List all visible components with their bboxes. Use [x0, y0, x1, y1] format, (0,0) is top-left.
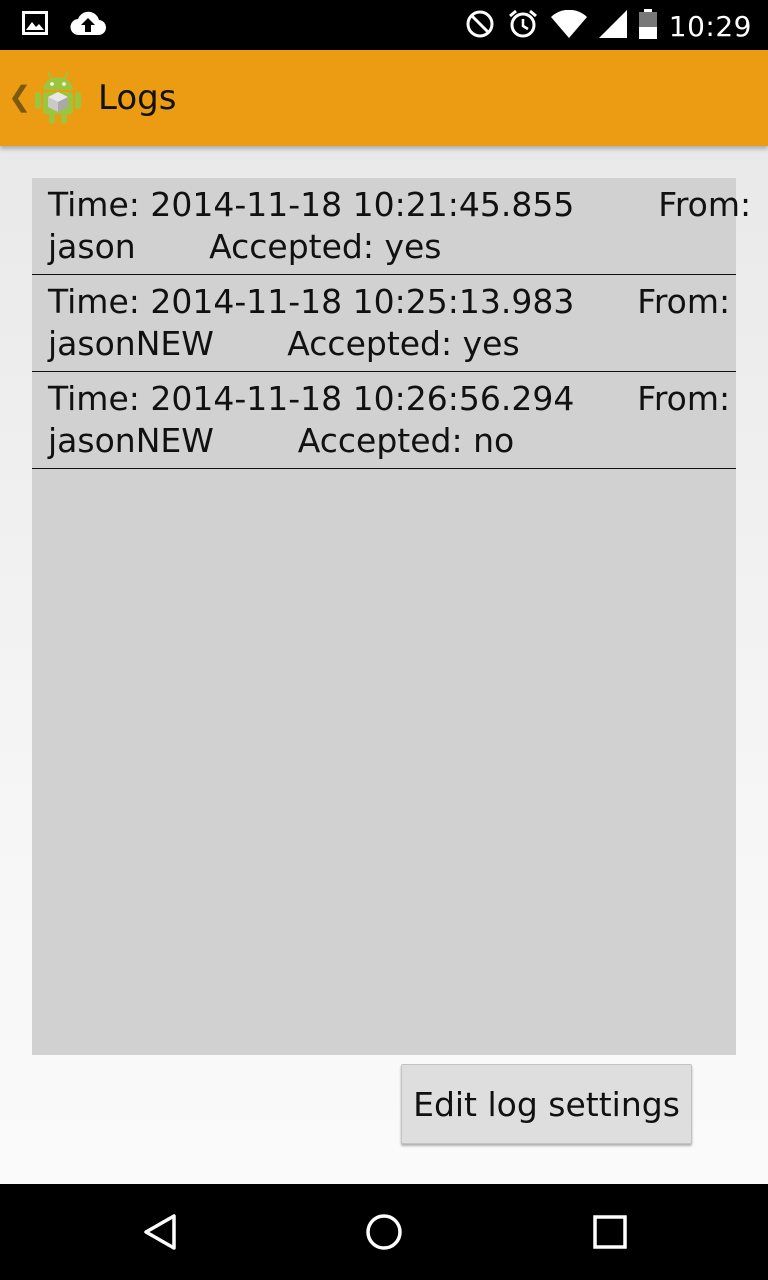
list-item[interactable]: Time: 2014-11-18 10:21:45.855 From: jaso…	[32, 178, 752, 275]
content-area: Time: 2014-11-18 10:21:45.855 From: jaso…	[0, 146, 768, 1184]
wifi-icon	[550, 9, 587, 42]
app-bar: ❮ Logs	[0, 50, 768, 146]
list-item[interactable]: Time: 2014-11-18 10:26:56.294 From: jaso…	[32, 372, 736, 469]
image-icon	[22, 11, 48, 39]
cell-signal-icon	[598, 10, 627, 42]
alarm-icon	[507, 8, 539, 44]
android-app-icon[interactable]	[32, 70, 84, 130]
back-icon[interactable]	[140, 1212, 180, 1256]
status-bar: 10:29	[0, 0, 768, 50]
edit-log-settings-button[interactable]: Edit log settings	[401, 1064, 692, 1144]
home-icon[interactable]	[364, 1212, 404, 1256]
back-chevron-icon[interactable]: ❮	[8, 80, 31, 113]
log-entry-line2: jason Accepted: yes	[48, 227, 442, 266]
cloud-upload-icon	[70, 10, 107, 40]
log-entry-line1: Time: 2014-11-18 10:25:13.983 From:	[48, 282, 731, 321]
page-title: Logs	[98, 78, 177, 118]
log-entry-line2: jasonNEW Accepted: no	[48, 421, 515, 460]
log-entry-line1: Time: 2014-11-18 10:21:45.855 From:	[48, 185, 752, 224]
log-entry-line1: Time: 2014-11-18 10:26:56.294 From:	[48, 379, 731, 418]
status-time: 10:29	[668, 9, 752, 43]
battery-icon	[638, 9, 657, 43]
recents-icon[interactable]	[590, 1212, 630, 1256]
do-not-disturb-icon	[465, 9, 495, 43]
log-entry-line2: jasonNEW Accepted: yes	[48, 324, 520, 363]
navigation-bar	[0, 1184, 768, 1280]
list-item[interactable]: Time: 2014-11-18 10:25:13.983 From: jaso…	[32, 275, 736, 372]
log-list[interactable]: Time: 2014-11-18 10:21:45.855 From: jaso…	[32, 178, 752, 1055]
